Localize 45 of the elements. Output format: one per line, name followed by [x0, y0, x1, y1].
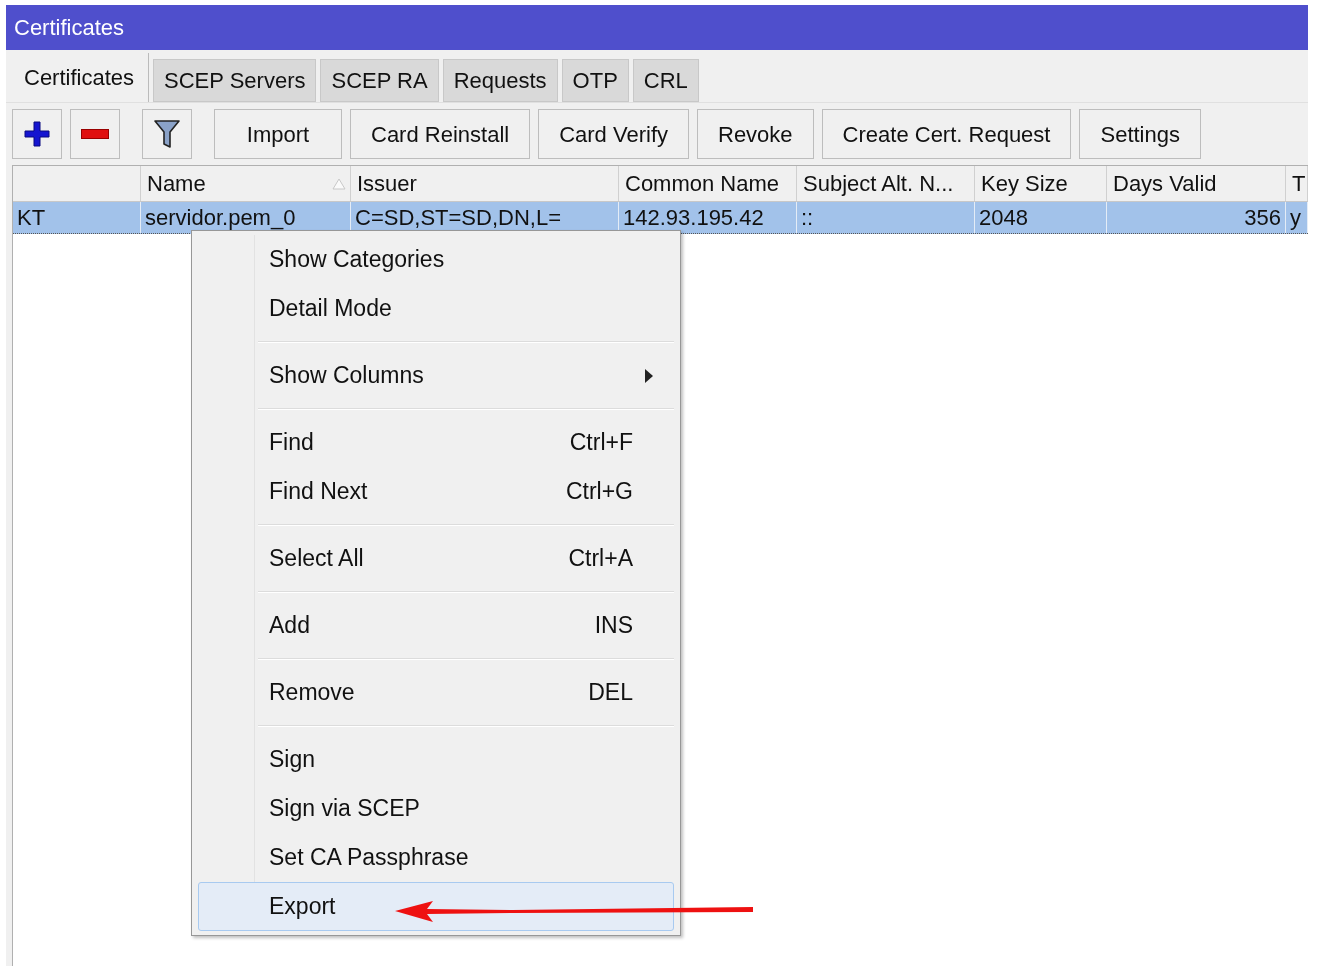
- remove-button[interactable]: [70, 109, 120, 159]
- toolbar-button[interactable]: Settings: [1079, 109, 1201, 159]
- menu-item[interactable]: Export: [198, 882, 674, 931]
- add-button[interactable]: [12, 109, 62, 159]
- toolbar-button[interactable]: Card Verify: [538, 109, 689, 159]
- menu-item[interactable]: Sign via SCEP: [198, 784, 674, 833]
- toolbar-button[interactable]: Revoke: [697, 109, 814, 159]
- tab[interactable]: CRL: [632, 59, 699, 102]
- menu-item[interactable]: Add INS: [198, 601, 674, 650]
- menu-item[interactable]: Show Columns: [198, 351, 674, 400]
- menu-item[interactable]: Detail Mode: [198, 284, 674, 333]
- menu-item[interactable]: Find Ctrl+F: [198, 418, 674, 467]
- toolbar-button[interactable]: Card Reinstall: [350, 109, 531, 159]
- column-header[interactable]: T: [1286, 166, 1308, 201]
- table-cell: KT: [13, 202, 141, 233]
- menu-item[interactable]: Select All Ctrl+A: [198, 534, 674, 583]
- tab[interactable]: Requests: [442, 59, 558, 102]
- menu-item[interactable]: Sign: [198, 735, 674, 784]
- plus-icon: [24, 121, 50, 147]
- toolbar-button[interactable]: Import: [214, 109, 342, 159]
- column-header[interactable]: Common Name: [619, 166, 797, 201]
- column-header[interactable]: Issuer: [351, 166, 619, 201]
- column-header[interactable]: Days Valid: [1107, 166, 1286, 201]
- menu-item[interactable]: Set CA Passphrase: [198, 833, 674, 882]
- column-header[interactable]: Key Size: [975, 166, 1107, 201]
- column-header[interactable]: Subject Alt. N...: [797, 166, 975, 201]
- minus-icon: [81, 129, 109, 139]
- submenu-arrow-icon: [645, 368, 653, 383]
- tab[interactable]: OTP: [561, 59, 629, 102]
- table-cell: y: [1286, 202, 1308, 233]
- table-row[interactable]: KT servidor.pem_0 C=SD,ST=SD,DN,L= 142.93.195.42 :: 2048 356 y: [13, 202, 1308, 234]
- menu-item[interactable]: Remove DEL: [198, 668, 674, 717]
- table-cell: ::: [797, 202, 975, 233]
- column-header[interactable]: Name: [141, 166, 351, 201]
- table-cell: 356: [1107, 202, 1286, 233]
- table-cell: 2048: [975, 202, 1107, 233]
- tab[interactable]: SCEP Servers: [153, 59, 317, 102]
- filter-button[interactable]: [142, 109, 192, 159]
- tab[interactable]: SCEP RA: [320, 59, 439, 102]
- window-title: Certificates: [14, 14, 125, 42]
- menu-item[interactable]: Show Categories: [198, 235, 674, 284]
- toolbar-button[interactable]: Create Cert. Request: [821, 109, 1072, 159]
- menu-item[interactable]: Find Next Ctrl+G: [198, 467, 674, 516]
- sort-ascending-icon: [332, 178, 346, 190]
- filter-icon: [154, 119, 180, 149]
